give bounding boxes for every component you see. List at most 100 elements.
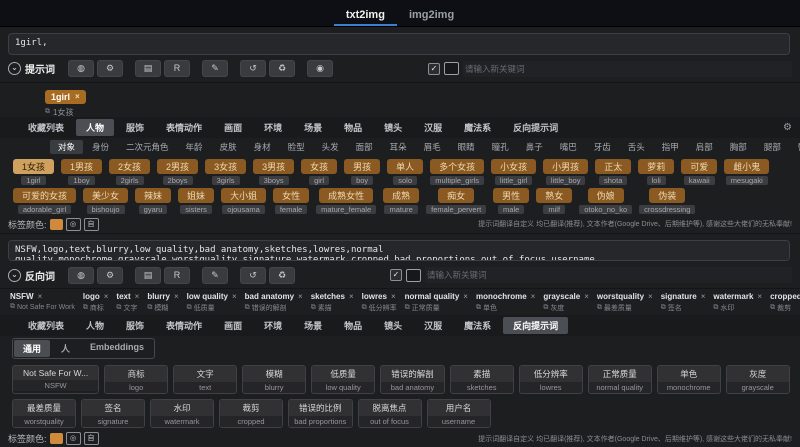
tag-chip[interactable]: 萝莉 loli — [638, 158, 675, 185]
tag-cell[interactable]: 错误的解剖 bad anatomy — [380, 365, 445, 394]
negative-chip[interactable]: monochrome × ⧉ 单色 — [476, 292, 535, 313]
tag-chip[interactable]: 可爱 kawaii — [681, 158, 718, 185]
tag-chip[interactable]: 1女孩 1girl — [13, 158, 55, 185]
translate-icon[interactable]: ◍ — [68, 60, 94, 78]
new-keyword-input[interactable] — [425, 267, 792, 283]
category-tab[interactable]: 画面 — [214, 119, 252, 136]
history-icon[interactable]: ↺ — [240, 266, 266, 284]
color-auto-button[interactable]: 自 — [83, 432, 99, 445]
subcategory-tab[interactable]: 嘴巴 — [552, 140, 585, 154]
tag-chip[interactable]: 男孩 boy — [344, 158, 381, 185]
remove-keyword-icon[interactable]: × — [349, 292, 354, 301]
tag-cell[interactable]: 低质量 low quality — [311, 365, 376, 394]
negative-chip[interactable]: low quality × ⧉ 低质量 — [187, 292, 237, 313]
trash-icon[interactable]: ♻ — [269, 266, 295, 284]
tag-chip[interactable]: 可爱的女孩 adorable_girl — [13, 187, 77, 214]
settings-gear-icon[interactable]: ⚙ — [97, 60, 123, 78]
category-tab[interactable]: 收藏列表 — [18, 119, 74, 136]
remove-keyword-icon[interactable]: × — [757, 292, 762, 301]
category-tab[interactable]: 物品 — [334, 317, 372, 334]
keyword-checkbox[interactable]: ✓ — [390, 269, 402, 281]
tag-cell[interactable]: 商标 logo — [104, 365, 169, 394]
tag-chip[interactable]: 1男孩 1boy — [61, 158, 103, 185]
negative-chip[interactable]: lowres × ⧉ 低分辨率 — [362, 292, 397, 313]
history-icon[interactable]: ↺ — [240, 60, 266, 78]
notebook-icon[interactable]: R — [164, 60, 190, 78]
tag-chip[interactable]: 女性 female — [273, 187, 310, 214]
subcategory-tab[interactable]: 牙齿 — [586, 140, 619, 154]
tag-cell[interactable]: 低分辨率 lowres — [518, 365, 583, 394]
tag-chip[interactable]: 男性 male — [493, 187, 530, 214]
notebook-icon[interactable]: R — [164, 266, 190, 284]
tag-chip[interactable]: 多个女孩 multiple_girls — [430, 158, 485, 185]
negative-chip[interactable]: watermark × ⧉ 水印 — [713, 292, 762, 313]
negative-chip[interactable]: signature × ⧉ 签名 — [661, 292, 706, 313]
tag-chip[interactable]: 3男孩 3boys — [253, 158, 295, 185]
keyword-toggle[interactable] — [406, 268, 421, 282]
trash-icon[interactable]: ♻ — [269, 60, 295, 78]
remove-keyword-icon[interactable]: × — [648, 292, 653, 301]
subcategory-tab[interactable]: 眉毛 — [416, 140, 449, 154]
tag-chip[interactable]: 熟女 milf — [536, 187, 573, 214]
tag-chip[interactable]: 大小姐 ojousama — [221, 187, 267, 214]
tag-cell[interactable]: 单色 monochrome — [656, 365, 721, 394]
category-tab[interactable]: 汉服 — [414, 317, 452, 334]
remove-keyword-icon[interactable]: × — [701, 292, 706, 301]
subcategory-tab[interactable]: 耳朵 — [382, 140, 415, 154]
subcategory-tab[interactable]: 肩部 — [688, 140, 721, 154]
remove-keyword-icon[interactable]: × — [391, 292, 396, 301]
category-tab[interactable]: 表情动作 — [156, 119, 212, 136]
negative-chip[interactable]: NSFW × ⧉ Not Safe For Work — [10, 292, 75, 313]
negative-chip[interactable]: bad anatomy × ⧉ 错误的解剖 — [245, 292, 303, 313]
tag-cell[interactable]: 素描 sketches — [449, 365, 514, 394]
mode-tab[interactable]: img2img — [397, 5, 466, 26]
category-tab[interactable]: 服饰 — [116, 317, 154, 334]
tag-chip[interactable]: 正太 shota — [595, 158, 632, 185]
tag-chip[interactable]: 小女孩 little_girl — [491, 158, 537, 185]
tag-chip[interactable]: 姐妹 sisters — [178, 187, 215, 214]
remove-keyword-icon[interactable]: × — [463, 292, 468, 301]
tag-chip[interactable]: 单人 solo — [387, 158, 424, 185]
color-swatch[interactable] — [49, 433, 63, 444]
tag-cell[interactable]: 裁剪 cropped — [219, 399, 283, 428]
category-tab[interactable]: 环境 — [254, 317, 292, 334]
remove-keyword-icon[interactable]: × — [38, 292, 43, 301]
subcategory-tab[interactable]: 鼻子 — [518, 140, 551, 154]
tag-cell[interactable]: 脱离焦点 out of focus — [357, 399, 422, 428]
subcategory-tab[interactable]: 胸部 — [722, 140, 755, 154]
subcategory-tab[interactable]: 对象 — [50, 139, 84, 154]
tag-chip[interactable]: 成熟女性 mature_female — [316, 187, 377, 214]
category-tab[interactable]: 汉服 — [414, 119, 452, 136]
category-tab[interactable]: 镜头 — [374, 119, 412, 136]
prompt-chip[interactable]: 1girl × ⧉ 1女孩 — [45, 87, 86, 118]
subcategory-tab[interactable]: 二次元角色 — [118, 140, 177, 154]
tag-chip[interactable]: 雌小鬼 mesugaki — [724, 158, 770, 185]
negative-textarea[interactable]: NSFW,logo,text,blurry,low quality,bad an… — [8, 239, 790, 261]
tag-chip[interactable]: 2男孩 2boys — [157, 158, 199, 185]
subcategory-tab[interactable]: 臀部 — [790, 140, 800, 154]
tag-chip[interactable]: 成熟 mature — [383, 187, 420, 214]
subcategory-tab[interactable]: 皮肤 — [212, 140, 245, 154]
negative-chip[interactable]: blurry × ⧉ 模糊 — [147, 292, 178, 313]
save-image-icon[interactable]: ▤ — [135, 60, 161, 78]
remove-tag-icon[interactable]: × — [75, 92, 80, 101]
category-tab[interactable]: 反向提示词 — [503, 119, 568, 136]
category-tab[interactable]: 表情动作 — [156, 317, 212, 334]
subcategory-tab[interactable]: 指甲 — [654, 140, 687, 154]
category-tab[interactable]: 魔法系 — [454, 317, 501, 334]
translate-icon[interactable]: ◍ — [68, 266, 94, 284]
settings-gear-icon[interactable]: ⚙ — [97, 266, 123, 284]
tag-chip[interactable]: 痴女 female_pervert — [426, 187, 487, 214]
remove-keyword-icon[interactable]: × — [531, 292, 536, 301]
tag-chip[interactable]: 伪装 crossdressing — [639, 187, 696, 214]
tag-chip[interactable]: 辣妹 gyaru — [135, 187, 172, 214]
chevron-down-icon[interactable]: ⌄ — [8, 62, 21, 76]
tag-chip[interactable]: 小男孩 little_boy — [543, 158, 589, 185]
category-tab[interactable]: 场景 — [294, 119, 332, 136]
subcategory-tab[interactable]: 通用 — [14, 340, 51, 357]
tag-cell[interactable]: 模糊 blurry — [242, 365, 307, 394]
remove-keyword-icon[interactable]: × — [174, 292, 179, 301]
keyword-checkbox[interactable]: ✓ — [428, 62, 440, 75]
negative-chip[interactable]: text × ⧉ 文字 — [116, 292, 139, 313]
remove-keyword-icon[interactable]: × — [584, 292, 589, 301]
